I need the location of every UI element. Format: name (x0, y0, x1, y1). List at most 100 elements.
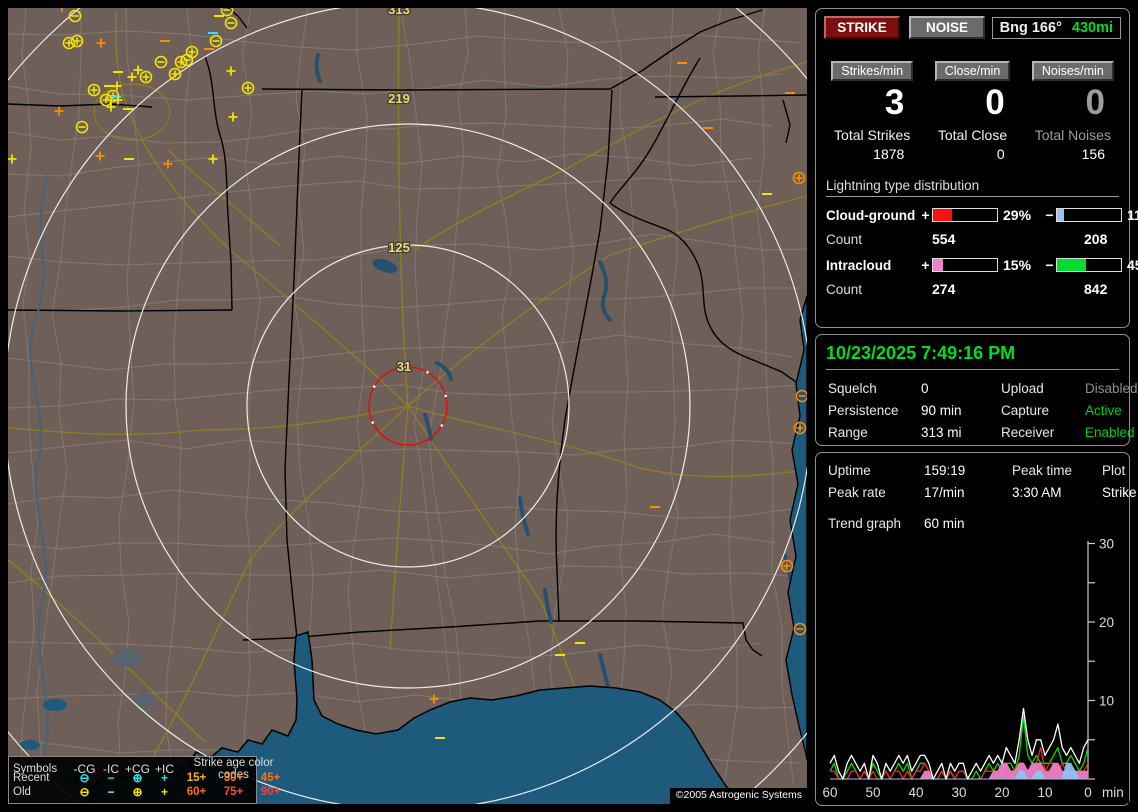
legend-header-row: Symbols -CG -IC +CG +IC Strike age color… (9, 757, 256, 771)
total-close-label: Total Close (922, 127, 1022, 143)
cloud-ground-count-row: Count 554 208 (826, 231, 1119, 247)
ring-label-219: 219 (388, 91, 410, 106)
range-label: Range (828, 425, 921, 440)
minus-sign: − (1043, 207, 1056, 223)
noises-column: Noises/min 0 Total Noises 156 (1023, 61, 1123, 162)
bearing-readout: Bng 166° 430mi (992, 17, 1121, 39)
total-strikes-value: 1878 (822, 146, 922, 162)
strikes-per-min-value: 3 (822, 83, 922, 125)
ic-plus-percent: 15% (998, 257, 1043, 273)
peak-time-value: 3:30 AM (1012, 485, 1102, 500)
map-canvas[interactable]: 313 219 125 31 (8, 8, 807, 804)
distribution-title: Lightning type distribution (826, 178, 1119, 197)
total-noises-label: Total Noises (1023, 127, 1123, 143)
total-noises-value: 156 (1023, 146, 1123, 162)
ring-label-313: 313 (388, 8, 410, 17)
range-value: 313 mi (921, 425, 1001, 440)
squelch-label: Squelch (828, 381, 921, 396)
minus-icon: − (98, 785, 124, 799)
plus-icon: + (151, 785, 178, 799)
rate-columns: Strikes/min 3 Total Strikes 1878 Close/m… (822, 61, 1123, 162)
ring-label-125: 125 (388, 240, 410, 255)
strike-mode-button[interactable]: STRIKE (824, 16, 900, 39)
lightning-map[interactable]: 313 219 125 31 Symbols -CG -IC +CG +IC Stri… (8, 8, 807, 804)
ic-plus-bar (932, 258, 998, 272)
close-per-min-button[interactable]: Close/min (935, 61, 1011, 81)
x-tick-label: 10 (1037, 785, 1052, 800)
peak-rate-label: Peak rate (828, 485, 924, 500)
noises-per-min-value: 0 (1023, 83, 1123, 125)
plus-sign: + (919, 257, 932, 273)
noises-per-min-button[interactable]: Noises/min (1032, 61, 1114, 81)
trend-box: Uptime 159:19 Peak time Plot Peak rate 1… (815, 452, 1130, 806)
age-15: 15+ (178, 772, 215, 784)
trend-window-value: 60 min (924, 516, 1119, 531)
ic-minus-bar-fill (1057, 259, 1086, 271)
circle-minus-icon: ⊖ (71, 785, 98, 799)
y-tick-label: 10 (1099, 694, 1114, 709)
intracloud-count-row: Count 274 842 (826, 281, 1119, 297)
circle-plus-icon: ⊕ (124, 771, 151, 785)
peak-rate-value: 17/min (924, 485, 1012, 500)
receiver-status-grid: Squelch 0 Upload Disabled Persistence 90… (828, 381, 1119, 440)
ring-label-31: 31 (397, 359, 411, 374)
cg-plus-bar-fill (933, 209, 952, 221)
count-label: Count (826, 232, 932, 247)
strikes-column: Strikes/min 3 Total Strikes 1878 (822, 61, 922, 162)
capture-label: Capture (1001, 403, 1085, 418)
receiver-state: Enabled (1085, 425, 1138, 440)
ic-minus-percent: 45% (1122, 257, 1138, 273)
noise-mode-button[interactable]: NOISE (909, 16, 985, 39)
intracloud-row: Intracloud + 15% − 45% (826, 257, 1119, 273)
persistence-value: 90 min (921, 403, 1001, 418)
upload-state: Disabled (1085, 381, 1138, 396)
strike-stats-box: STRIKE NOISE Bng 166° 430mi Strikes/min 3… (815, 8, 1130, 328)
trend-graph-row: Trend graph 60 min (828, 516, 1119, 531)
bearing-distance: 430mi (1072, 20, 1113, 36)
intracloud-label: Intracloud (826, 258, 919, 273)
cg-minus-percent: 11% (1122, 207, 1138, 223)
copyright-notice: ©2005 Astrogenic Systems (670, 788, 807, 804)
cloud-ground-label: Cloud-ground (826, 208, 919, 223)
upload-label: Upload (1001, 381, 1085, 396)
age-90: 90+ (252, 786, 289, 798)
bearing-value: Bng 166° (1000, 20, 1062, 36)
legend-old-label: Old (13, 786, 71, 798)
total-close-value: 0 (922, 146, 1022, 162)
ic-plus-count: 274 (932, 281, 1084, 297)
uptime-label: Uptime (828, 463, 924, 478)
cg-minus-count: 208 (1084, 231, 1119, 247)
legend-recent-row: Recent ⊖ − ⊕ + 15+ 30+ 45+ (9, 771, 256, 785)
ic-plus-bar-fill (933, 259, 943, 271)
uptime-value: 159:19 (924, 463, 1012, 478)
cg-minus-bar (1056, 208, 1122, 222)
plus-sign: + (919, 207, 932, 223)
plot-label: Plot (1102, 463, 1137, 478)
ring-dot (426, 371, 429, 374)
ring-dot (371, 421, 374, 424)
cg-plus-percent: 29% (998, 207, 1043, 223)
nexstorm-window: 313 219 125 31 Symbols -CG -IC +CG +IC Stri… (0, 0, 1138, 812)
uptime-grid: Uptime 159:19 Peak time Plot Peak rate 1… (828, 463, 1119, 500)
legend-old-row: Old ⊖ − ⊕ + 60+ 75+ 90+ (9, 785, 256, 799)
squelch-value: 0 (921, 381, 1001, 396)
capture-state: Active (1085, 403, 1138, 418)
x-tick-label: 0 (1084, 785, 1092, 800)
strikes-per-min-button[interactable]: Strikes/min (831, 61, 913, 81)
ring-dot (441, 424, 444, 427)
age-30: 30+ (215, 772, 252, 784)
circle-minus-icon: ⊖ (71, 771, 98, 785)
total-strikes-label: Total Strikes (822, 127, 922, 143)
ic-minus-count: 842 (1084, 281, 1119, 297)
plus-icon: + (151, 771, 178, 785)
peak-time-label: Peak time (1012, 463, 1102, 478)
minus-sign: − (1043, 257, 1056, 273)
x-tick-label: 60 (822, 785, 837, 800)
minus-icon: − (98, 771, 124, 785)
ic-minus-bar (1056, 258, 1122, 272)
x-tick-label: 50 (865, 785, 880, 800)
cg-plus-bar (932, 208, 998, 222)
trend-graph-label: Trend graph (828, 516, 924, 531)
map-legend: Symbols -CG -IC +CG +IC Strike age color… (8, 756, 257, 804)
clock-status-box: 10/23/2025 7:49:16 PM Squelch 0 Upload D… (815, 334, 1130, 446)
